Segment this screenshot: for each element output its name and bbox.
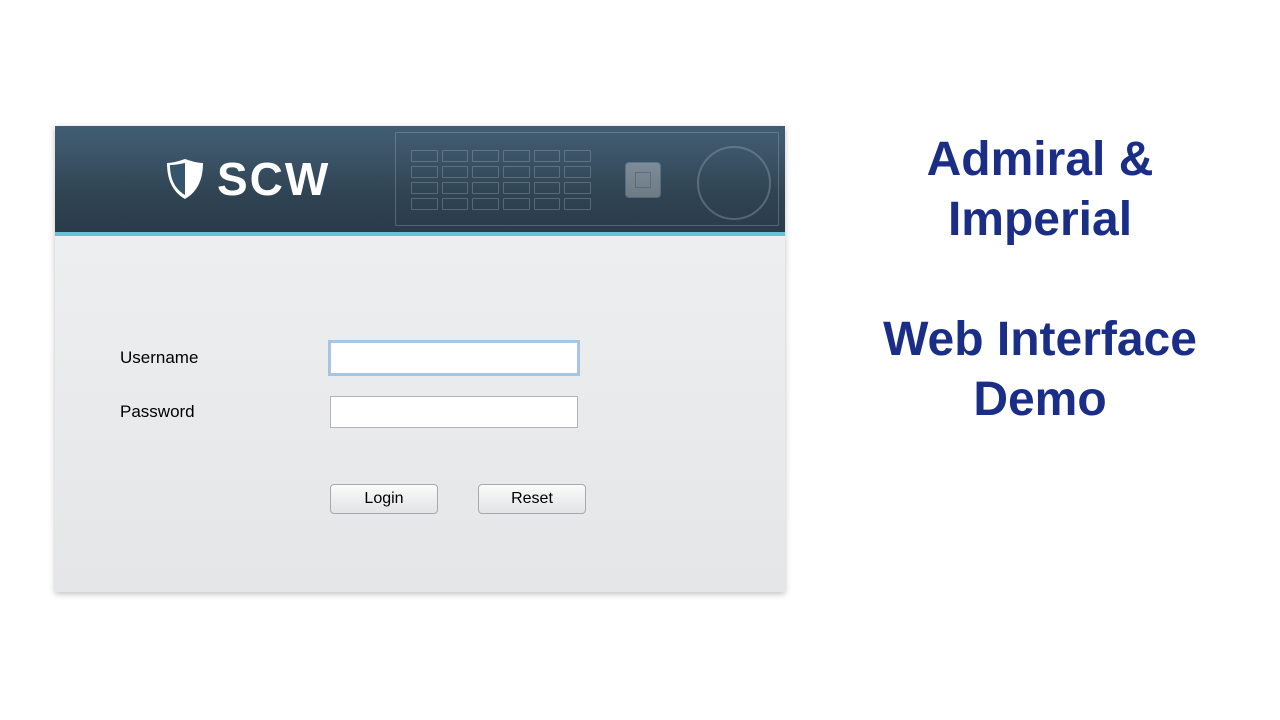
login-button[interactable]: Login [330, 484, 438, 514]
brand-name: SCW [217, 156, 330, 202]
login-form: Username Password Login Reset [55, 236, 785, 592]
username-input[interactable] [330, 342, 578, 374]
title-line-3: Web Interface [840, 310, 1240, 370]
title-line-1: Admiral & [840, 130, 1240, 190]
reset-button[interactable]: Reset [478, 484, 586, 514]
title-line-2: Imperial [840, 190, 1240, 250]
username-label: Username [120, 348, 330, 368]
password-label: Password [120, 402, 330, 422]
title-line-4: Demo [840, 370, 1240, 430]
password-input[interactable] [330, 396, 578, 428]
login-header: SCW [55, 126, 785, 236]
username-row: Username [120, 342, 578, 374]
login-panel: SCW Username Password Login Reset [55, 126, 785, 592]
brand-logo: SCW [165, 156, 330, 202]
button-row: Login Reset [330, 484, 586, 514]
side-title: Admiral & Imperial Web Interface Demo [840, 130, 1240, 430]
password-row: Password [120, 396, 578, 428]
shield-icon [165, 157, 205, 201]
device-graphic [395, 126, 785, 232]
